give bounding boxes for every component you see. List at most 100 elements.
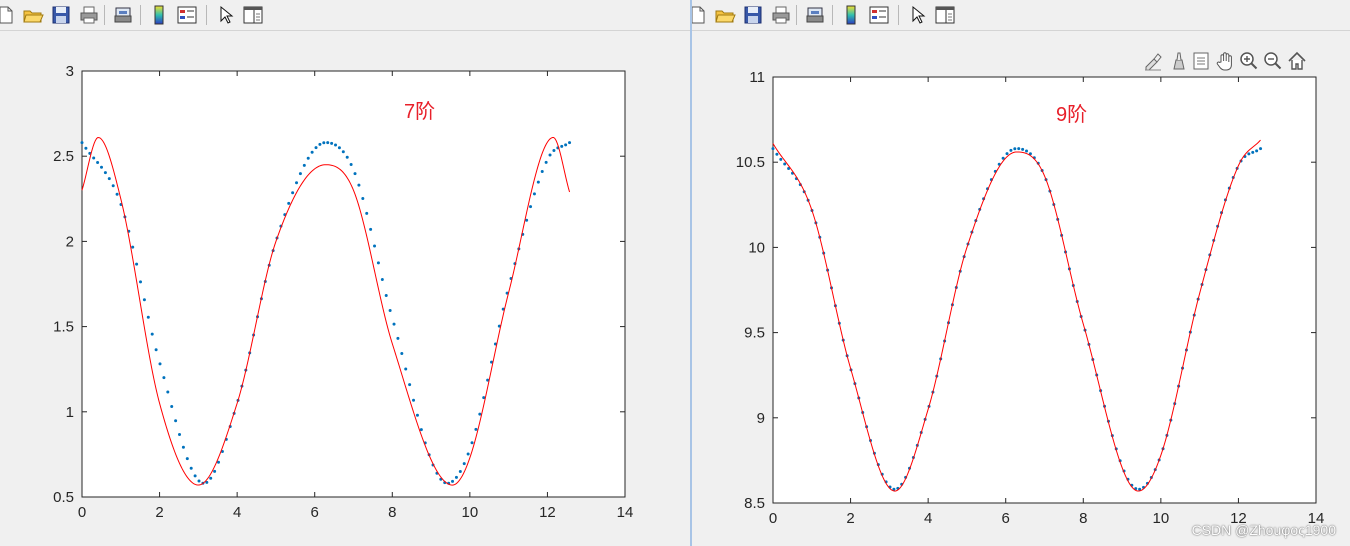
x-tick-label: 4 [233, 504, 241, 521]
data-point [404, 367, 408, 371]
data-point [197, 479, 201, 483]
data-point [135, 262, 139, 266]
y-tick-label: 10.5 [736, 154, 765, 171]
data-point [568, 141, 572, 145]
zoom-in-icon[interactable] [1238, 50, 1260, 72]
pan-icon[interactable] [1214, 50, 1236, 72]
plot-area-left[interactable]: 0 2 4 6 8 10 12 14 0.5 1 1.5 2 2.5 3 7阶 [0, 0, 690, 546]
data-point [298, 172, 302, 176]
data-point [189, 466, 193, 470]
y-tick-label: 8.5 [744, 495, 765, 512]
data-point [318, 142, 322, 146]
data-point [400, 351, 404, 355]
data-point [1013, 147, 1017, 151]
data-point [408, 383, 412, 387]
data-point [540, 170, 544, 174]
data-point [1251, 150, 1255, 154]
y-tick-label: 9.5 [744, 325, 765, 342]
x-tick-label: 4 [924, 510, 932, 527]
data-point [412, 398, 416, 402]
data-point [369, 227, 373, 231]
watermark: CSDN @Zhouφος1900 [1191, 522, 1336, 538]
data-point [415, 413, 419, 417]
data-point [302, 163, 306, 167]
data-point [357, 183, 361, 187]
annotation-label: 9阶 [1056, 103, 1087, 126]
y-tick-label: 9 [757, 410, 765, 427]
figure-window-left: 0 2 4 6 8 10 12 14 0.5 1 1.5 2 2.5 3 7阶 [0, 0, 690, 546]
data-point [185, 457, 189, 461]
data-point [150, 332, 154, 336]
data-point [131, 245, 135, 249]
data-point [470, 441, 474, 445]
data-point [466, 452, 470, 456]
data-point [783, 162, 787, 166]
data-point [337, 146, 341, 150]
data-point [548, 153, 552, 157]
data-point [209, 476, 213, 480]
data-point [353, 172, 357, 176]
data-point [365, 211, 369, 215]
data-point [287, 201, 291, 205]
data-point [162, 376, 166, 380]
y-tick-label: 0.5 [53, 489, 74, 506]
data-point [103, 171, 107, 175]
data-point [139, 280, 142, 284]
data-point [373, 244, 377, 248]
home-icon[interactable] [1286, 50, 1308, 72]
brush-icon[interactable] [1142, 50, 1164, 72]
data-point [181, 445, 185, 449]
data-point [779, 157, 783, 161]
x-tick-label: 10 [1153, 510, 1170, 527]
x-tick-label: 8 [388, 504, 396, 521]
data-point [1021, 147, 1025, 151]
data-point [291, 191, 295, 195]
data-point [326, 141, 330, 145]
data-point [100, 165, 103, 169]
axes-background [81, 70, 626, 498]
data-point [178, 433, 182, 436]
data-point [1247, 152, 1251, 156]
link-data-icon[interactable] [1190, 50, 1212, 72]
data-point [396, 336, 400, 340]
data-point [115, 192, 119, 196]
y-tick-label: 2.5 [53, 148, 74, 165]
x-tick-label: 2 [155, 504, 163, 521]
axes-background [772, 76, 1317, 504]
data-point [1009, 148, 1013, 152]
data-point [1005, 152, 1009, 156]
data-point [458, 469, 462, 473]
y-tick-label: 1 [66, 404, 74, 421]
data-point [330, 141, 334, 145]
data-point [474, 427, 478, 431]
data-point [376, 261, 380, 265]
data-point [462, 462, 466, 466]
plot-area-right[interactable]: 0 2 4 6 8 10 12 148.599.51010.511 9阶 [692, 0, 1350, 546]
x-tick-label: 6 [311, 504, 319, 521]
data-point [349, 162, 353, 166]
data-cursor-icon[interactable] [1168, 50, 1190, 72]
data-point [334, 143, 338, 147]
x-tick-label: 0 [78, 504, 86, 521]
data-point [92, 156, 96, 160]
data-point [154, 348, 158, 352]
data-point [146, 315, 150, 319]
x-tick-label: 12 [539, 504, 556, 521]
data-point [771, 147, 775, 151]
data-point [1025, 149, 1029, 153]
data-point [544, 160, 548, 164]
data-point [384, 294, 388, 298]
data-point [314, 146, 318, 150]
data-point [529, 205, 533, 209]
x-tick-label: 6 [1002, 510, 1010, 527]
data-point [170, 405, 174, 409]
data-point [84, 146, 88, 150]
data-point [564, 143, 568, 147]
data-point [166, 390, 170, 394]
data-point [1259, 147, 1263, 151]
y-tick-label: 1.5 [53, 319, 74, 336]
annotation-label: 7阶 [404, 100, 435, 123]
zoom-out-icon[interactable] [1262, 50, 1284, 72]
data-point [419, 428, 423, 432]
data-point [345, 155, 349, 159]
